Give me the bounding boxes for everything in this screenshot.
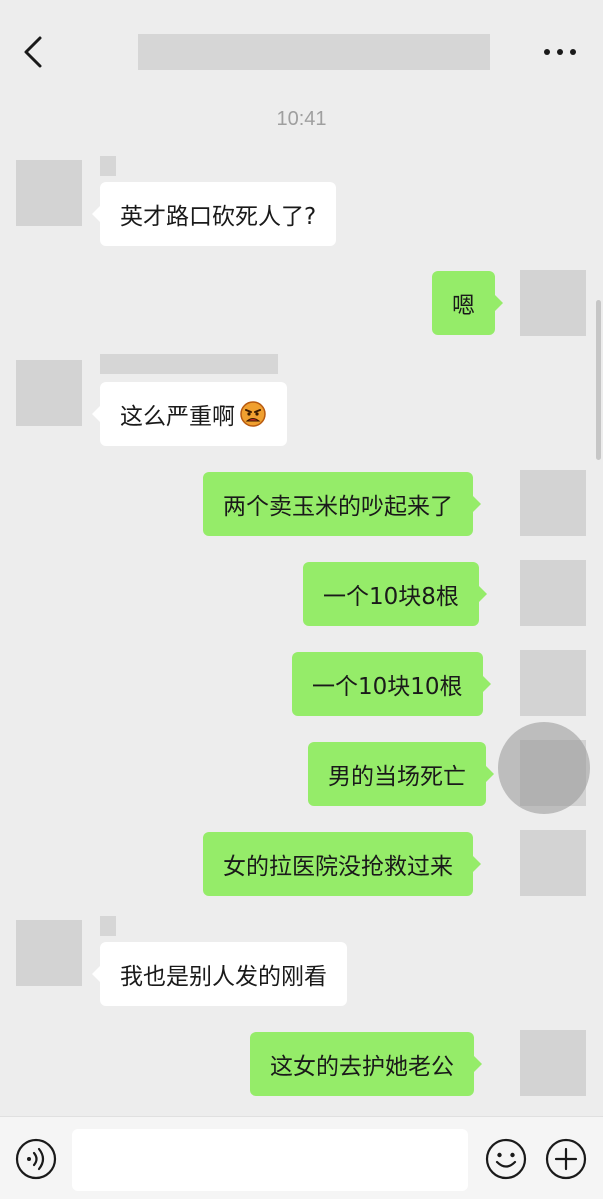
avatar[interactable] <box>520 470 586 536</box>
back-button[interactable] <box>18 32 52 72</box>
message-text: 男的当场死亡 <box>328 764 466 790</box>
message-text: 两个卖玉米的吵起来了 <box>223 494 453 520</box>
emoji-button[interactable] <box>484 1137 528 1181</box>
message-bubble[interactable]: 我也是别人发的刚看 <box>92 942 347 1006</box>
avatar[interactable] <box>520 560 586 626</box>
message-text: 这么严重啊 <box>120 404 235 430</box>
chat-title-redacted <box>138 34 490 70</box>
message-bubble[interactable]: 这么严重啊 <box>92 382 287 446</box>
message-bubble[interactable]: 女的拉医院没抢救过来 <box>203 832 481 896</box>
message-text: 英才路口砍死人了? <box>120 204 317 230</box>
timestamp: 10:41 <box>276 108 327 130</box>
voice-button[interactable] <box>14 1137 58 1181</box>
angry-face-icon <box>240 401 266 427</box>
sender-name-redacted <box>100 354 278 374</box>
avatar[interactable] <box>16 160 82 226</box>
voice-icon <box>15 1138 57 1180</box>
plus-icon <box>545 1138 587 1180</box>
input-bar <box>0 1116 603 1199</box>
message-bubble[interactable]: 嗯 <box>432 271 503 335</box>
avatar[interactable] <box>520 650 586 716</box>
message-bubble[interactable]: 一个10块8根 <box>303 562 487 626</box>
message-input[interactable] <box>72 1129 468 1191</box>
message-text: 女的拉医院没抢救过来 <box>223 854 453 880</box>
sender-name-redacted <box>100 156 116 176</box>
chat-screen: 10:41 英才路口砍死人了? 嗯 这么严重啊 两个卖玉米的吵起来了 一个10块… <box>0 0 603 1199</box>
message-text: 一个10块10根 <box>312 674 463 700</box>
message-text: 一个10块8根 <box>323 584 459 610</box>
avatar[interactable] <box>520 1030 586 1096</box>
sender-name-redacted <box>100 916 116 936</box>
more-dots-icon <box>544 49 576 55</box>
message-text: 我也是别人发的刚看 <box>120 964 327 990</box>
message-bubble[interactable]: 这女的去护她老公 <box>250 1032 482 1096</box>
top-bar <box>0 0 603 105</box>
message-bubble[interactable]: 男的当场死亡 <box>308 742 494 806</box>
smiley-icon <box>485 1138 527 1180</box>
message-bubble[interactable]: 英才路口砍死人了? <box>91 182 337 246</box>
touch-indicator <box>498 722 590 814</box>
chevron-left-icon <box>24 36 42 68</box>
avatar[interactable] <box>16 920 82 986</box>
message-text: 嗯 <box>452 293 475 319</box>
more-button[interactable] <box>542 44 578 60</box>
avatar[interactable] <box>520 270 586 336</box>
message-bubble[interactable]: 两个卖玉米的吵起来了 <box>203 472 481 536</box>
more-functions-button[interactable] <box>544 1137 588 1181</box>
avatar[interactable] <box>520 830 586 896</box>
message-text: 这女的去护她老公 <box>270 1054 454 1080</box>
message-bubble[interactable]: 一个10块10根 <box>292 652 491 716</box>
scrollbar-thumb[interactable] <box>596 300 601 460</box>
avatar[interactable] <box>16 360 82 426</box>
